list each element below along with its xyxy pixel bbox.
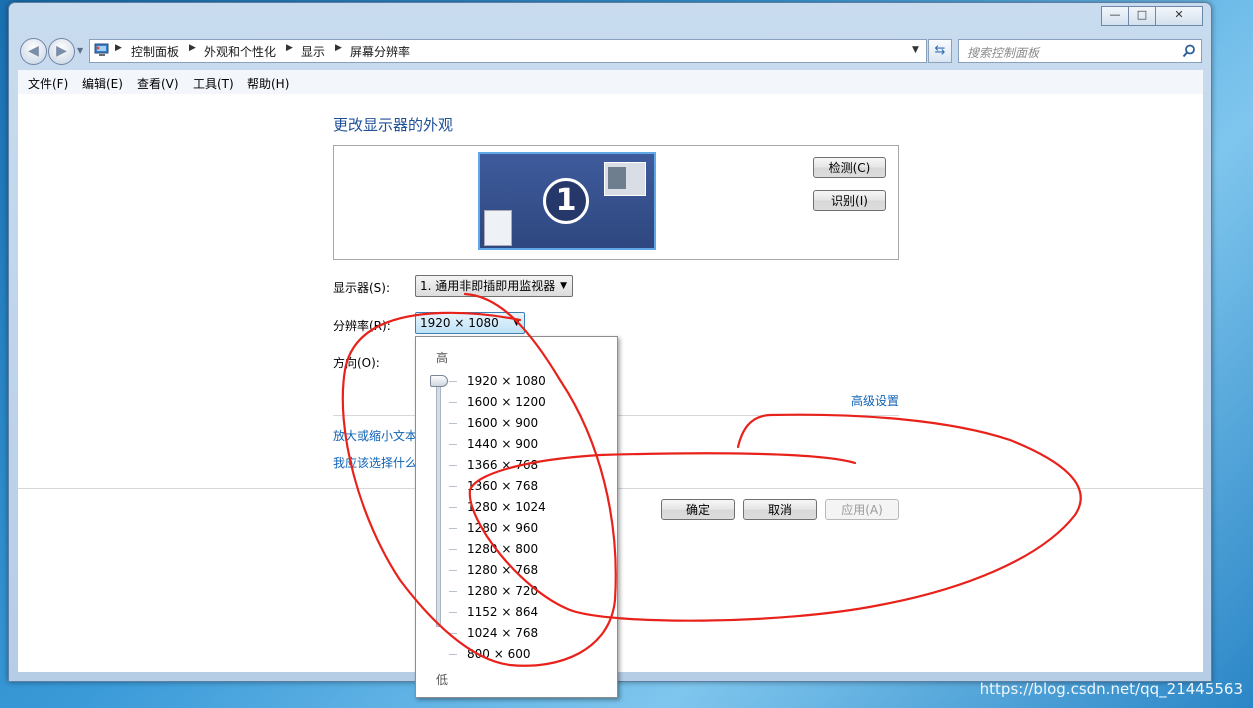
breadcrumb-control-panel[interactable]: 控制面板 — [131, 43, 179, 60]
identify-button[interactable]: 识别(I) — [813, 190, 886, 211]
resolution-option[interactable]: 1280 × 720 — [467, 584, 538, 598]
breadcrumb-appearance[interactable]: 外观和个性化 — [204, 43, 276, 60]
high-label: 高 — [436, 351, 449, 365]
menu-tools[interactable]: 工具(T) — [193, 75, 234, 92]
resolution-option[interactable]: 1280 × 960 — [467, 521, 538, 535]
resolution-option[interactable]: 1280 × 768 — [467, 563, 538, 577]
slider-tick — [449, 612, 457, 613]
breadcrumb-screen-resolution[interactable]: 屏幕分辨率 — [350, 43, 410, 60]
menu-file[interactable]: 文件(F) — [28, 75, 68, 92]
window-thumbnail-icon — [604, 162, 646, 196]
search-icon[interactable] — [1182, 44, 1196, 58]
resolution-dropdown: 高 1920 × 1080 1600 × 1200 1600 × 900 1440 ×… — [415, 336, 618, 698]
desktop-icons-thumbnail — [484, 210, 512, 246]
slider-tick — [449, 465, 457, 466]
monitor-1-thumbnail[interactable]: 1 — [478, 152, 656, 250]
slider-tick — [449, 570, 457, 571]
page-title: 更改显示器的外观 — [333, 116, 454, 134]
maximize-button[interactable]: □ — [1128, 6, 1156, 26]
forward-button[interactable]: ▶ — [48, 38, 75, 65]
resolution-option[interactable]: 1366 × 768 — [467, 458, 538, 472]
slider-tick — [449, 654, 457, 655]
resolution-option[interactable]: 1440 × 900 — [467, 437, 538, 451]
slider-tick — [449, 633, 457, 634]
resolution-slider-track[interactable] — [436, 382, 441, 627]
resolution-option[interactable]: 1152 × 864 — [467, 605, 538, 619]
resolution-option[interactable]: 1280 × 800 — [467, 542, 538, 556]
low-label: 低 — [436, 673, 449, 687]
forward-arrow-icon: ▶ — [56, 43, 67, 59]
slider-tick — [449, 549, 457, 550]
refresh-icon[interactable]: ⇆ — [928, 39, 952, 63]
slider-tick — [449, 381, 457, 382]
resolution-option[interactable]: 1600 × 1200 — [467, 395, 546, 409]
address-dropdown-icon[interactable]: ▼ — [912, 45, 919, 55]
advanced-settings-link[interactable]: 高级设置 — [851, 392, 899, 409]
resolution-option[interactable]: 1920 × 1080 — [467, 374, 546, 388]
breadcrumb-separator-icon[interactable]: ▶ — [115, 43, 122, 53]
monitor-number-badge: 1 — [543, 178, 589, 224]
slider-tick — [449, 507, 457, 508]
apply-button: 应用(A) — [825, 499, 899, 520]
slider-tick — [449, 444, 457, 445]
control-panel-icon — [94, 43, 109, 56]
menu-edit[interactable]: 编辑(E) — [82, 75, 123, 92]
chevron-down-icon: ▼ — [560, 281, 567, 291]
resolution-option[interactable]: 1024 × 768 — [467, 626, 538, 640]
resolution-slider-thumb[interactable] — [430, 375, 448, 387]
menu-bar: 文件(F) 编辑(E) 查看(V) 工具(T) 帮助(H) — [18, 70, 1203, 95]
resolution-select[interactable]: 1920 × 1080 ▼ — [415, 312, 525, 334]
back-button[interactable]: ◀ — [20, 38, 47, 65]
slider-tick — [449, 528, 457, 529]
resolution-select-value: 1920 × 1080 — [420, 316, 499, 330]
resolution-option[interactable]: 800 × 600 — [467, 647, 531, 661]
resolution-option[interactable]: 1600 × 900 — [467, 416, 538, 430]
text-size-link[interactable]: 放大或缩小文本 — [333, 427, 415, 444]
resolution-option[interactable]: 1280 × 1024 — [467, 500, 546, 514]
ok-button[interactable]: 确定 — [661, 499, 735, 520]
breadcrumb-display[interactable]: 显示 — [301, 43, 325, 60]
back-arrow-icon: ◀ — [28, 43, 39, 59]
slider-tick — [449, 591, 457, 592]
chevron-down-icon: ▼ — [513, 318, 520, 328]
search-placeholder: 搜索控制面板 — [967, 46, 1040, 60]
display-select-value: 1. 通用非即插即用监视器 — [420, 279, 556, 293]
resolution-option[interactable]: 1360 × 768 — [467, 479, 538, 493]
breadcrumb-separator-icon[interactable]: ▶ — [335, 43, 342, 53]
search-field[interactable]: 搜索控制面板 — [958, 39, 1202, 63]
slider-tick — [449, 402, 457, 403]
resolution-label: 分辨率(R): — [333, 319, 391, 333]
what-to-choose-link[interactable]: 我应该选择什么 — [333, 454, 415, 471]
display-select[interactable]: 1. 通用非即插即用监视器 ▼ — [415, 275, 573, 297]
cancel-button[interactable]: 取消 — [743, 499, 817, 520]
minimize-button[interactable]: — — [1101, 6, 1129, 26]
slider-tick — [449, 423, 457, 424]
recent-pages-chevron-icon[interactable]: ▼ — [77, 46, 83, 55]
orientation-label: 方向(O): — [333, 356, 380, 370]
close-button[interactable]: ✕ — [1155, 6, 1203, 26]
breadcrumb-separator-icon[interactable]: ▶ — [286, 43, 293, 53]
menu-view[interactable]: 查看(V) — [137, 75, 179, 92]
detect-button[interactable]: 检测(C) — [813, 157, 886, 178]
display-label: 显示器(S): — [333, 281, 391, 295]
watermark-text: https://blog.csdn.net/qq_21445563 — [979, 680, 1243, 698]
menu-help[interactable]: 帮助(H) — [247, 75, 289, 92]
slider-tick — [449, 486, 457, 487]
address-bar[interactable]: ▶ 控制面板 ▶ 外观和个性化 ▶ 显示 ▶ 屏幕分辨率 ▼ — [89, 39, 927, 63]
breadcrumb-separator-icon[interactable]: ▶ — [189, 43, 196, 53]
